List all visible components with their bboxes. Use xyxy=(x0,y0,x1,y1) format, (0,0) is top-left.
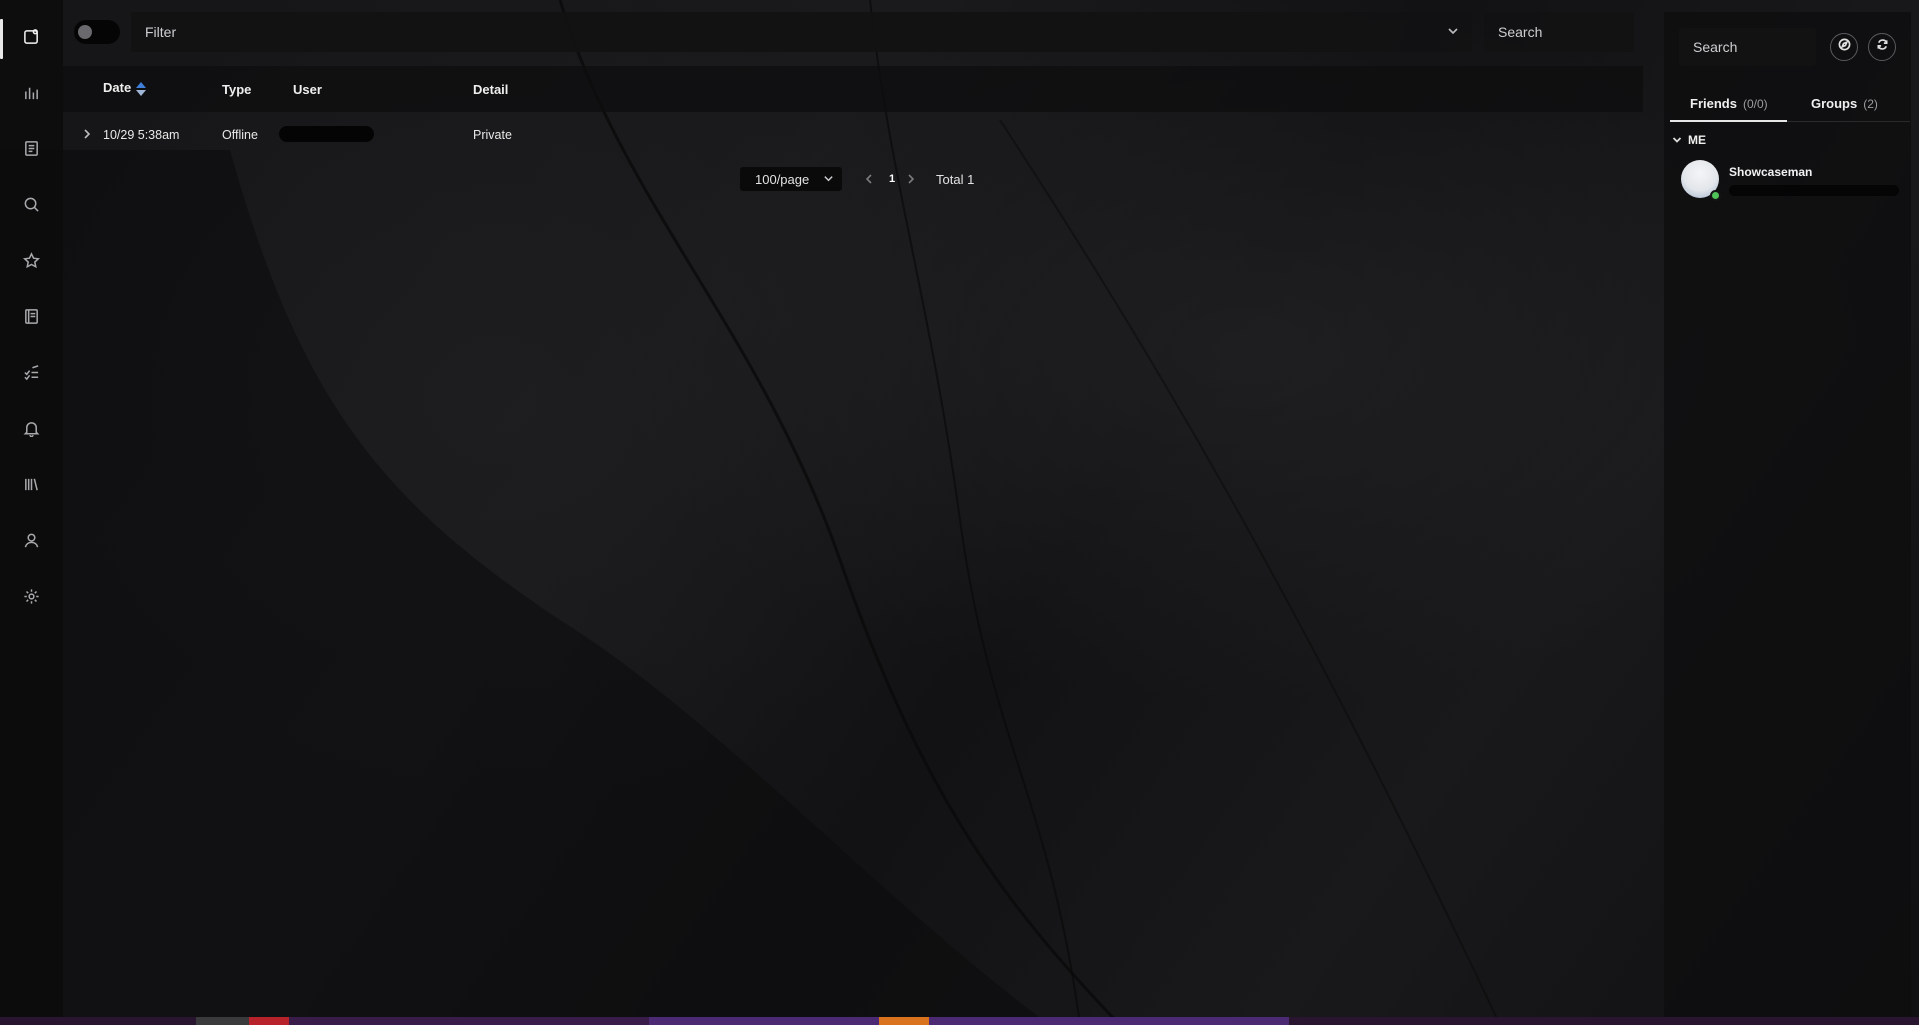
row-user-redacted xyxy=(279,126,374,142)
tab-friends-label: Friends xyxy=(1690,96,1737,111)
column-type: Type xyxy=(222,82,252,97)
feed-table: Date Type User Detail 10/29 5:38am Offli… xyxy=(63,66,1643,154)
book-icon xyxy=(23,308,40,330)
nav-settings[interactable] xyxy=(0,571,63,627)
star-icon xyxy=(22,252,41,274)
tab-groups-count: (2) xyxy=(1863,97,1878,111)
search-icon xyxy=(23,196,40,218)
nav-notifications[interactable] xyxy=(0,403,63,459)
sort-icon[interactable] xyxy=(136,81,147,96)
column-detail: Detail xyxy=(473,82,509,97)
bell-icon xyxy=(23,420,40,442)
chevron-down-icon xyxy=(823,172,834,187)
row-detail: Private xyxy=(473,128,512,142)
next-page-icon[interactable] xyxy=(906,173,916,185)
taskbar-strip xyxy=(0,1017,1919,1025)
tab-groups-label: Groups xyxy=(1811,96,1858,111)
group-me-label: ME xyxy=(1688,133,1706,147)
filter-placeholder: Filter xyxy=(145,24,177,40)
total-count: Total 1 xyxy=(936,171,975,187)
feed-icon xyxy=(23,28,40,50)
toggle-knob xyxy=(78,25,92,39)
document-icon xyxy=(23,140,40,162)
table-header: Date Type User Detail xyxy=(63,66,1643,112)
nav-documents[interactable] xyxy=(0,123,63,179)
row-date: 10/29 5:38am xyxy=(103,128,180,142)
friend-name: Showcaseman xyxy=(1729,165,1813,179)
mode-toggle[interactable] xyxy=(74,20,120,44)
column-user: User xyxy=(293,82,322,97)
row-type: Offline xyxy=(222,128,258,142)
search-placeholder: Search xyxy=(1498,24,1543,40)
friend-item[interactable]: Showcaseman xyxy=(1681,160,1906,204)
friends-panel: Search Friends (0/0) Groups (2) ME Showcas… xyxy=(1664,12,1911,1017)
checklist-icon xyxy=(23,364,40,386)
filter-select[interactable]: Filter xyxy=(131,12,1472,52)
chevron-right-icon[interactable] xyxy=(82,128,92,139)
gear-icon xyxy=(23,588,40,610)
active-tab-indicator xyxy=(1670,120,1787,122)
current-page[interactable]: 1 xyxy=(886,173,898,185)
nav-feed[interactable] xyxy=(0,11,63,67)
friends-search-placeholder: Search xyxy=(1693,39,1738,55)
friend-status-redacted xyxy=(1729,185,1899,196)
tab-friends-count: (0/0) xyxy=(1742,97,1768,111)
nav-search[interactable] xyxy=(0,179,63,235)
compass-icon xyxy=(1838,38,1851,56)
nav-book[interactable] xyxy=(0,291,63,347)
tab-friends[interactable]: Friends (0/0) xyxy=(1690,96,1768,111)
page-size-select[interactable]: 100/page xyxy=(740,167,842,191)
group-me-header[interactable]: ME xyxy=(1672,133,1706,147)
column-date-label: Date xyxy=(103,80,132,95)
column-date[interactable]: Date xyxy=(103,80,147,96)
nav-favorites[interactable] xyxy=(0,235,63,291)
search-input[interactable]: Search xyxy=(1484,12,1634,52)
friends-search-input[interactable]: Search xyxy=(1679,28,1816,66)
nav-library[interactable] xyxy=(0,459,63,515)
nav-checklist[interactable] xyxy=(0,347,63,403)
prev-page-icon[interactable] xyxy=(864,173,874,185)
table-row[interactable]: 10/29 5:38am Offline Private xyxy=(63,112,1643,154)
friends-tabs: Friends (0/0) Groups (2) xyxy=(1670,92,1910,122)
refresh-button[interactable] xyxy=(1868,33,1896,61)
pagination: 100/page 1 Total 1 xyxy=(740,167,974,191)
tab-groups[interactable]: Groups (2) xyxy=(1811,96,1878,111)
compass-button[interactable] xyxy=(1830,33,1858,61)
user-icon xyxy=(23,532,40,554)
left-navigation xyxy=(0,0,63,1017)
chevron-down-icon xyxy=(1446,24,1460,38)
library-icon xyxy=(23,476,40,498)
online-status-dot xyxy=(1710,190,1721,201)
chevron-down-icon xyxy=(1672,137,1682,143)
chart-icon xyxy=(23,84,40,106)
page-size-label: 100/page xyxy=(755,171,810,187)
refresh-icon xyxy=(1876,38,1889,56)
nav-charts[interactable] xyxy=(0,67,63,123)
nav-profile[interactable] xyxy=(0,515,63,571)
